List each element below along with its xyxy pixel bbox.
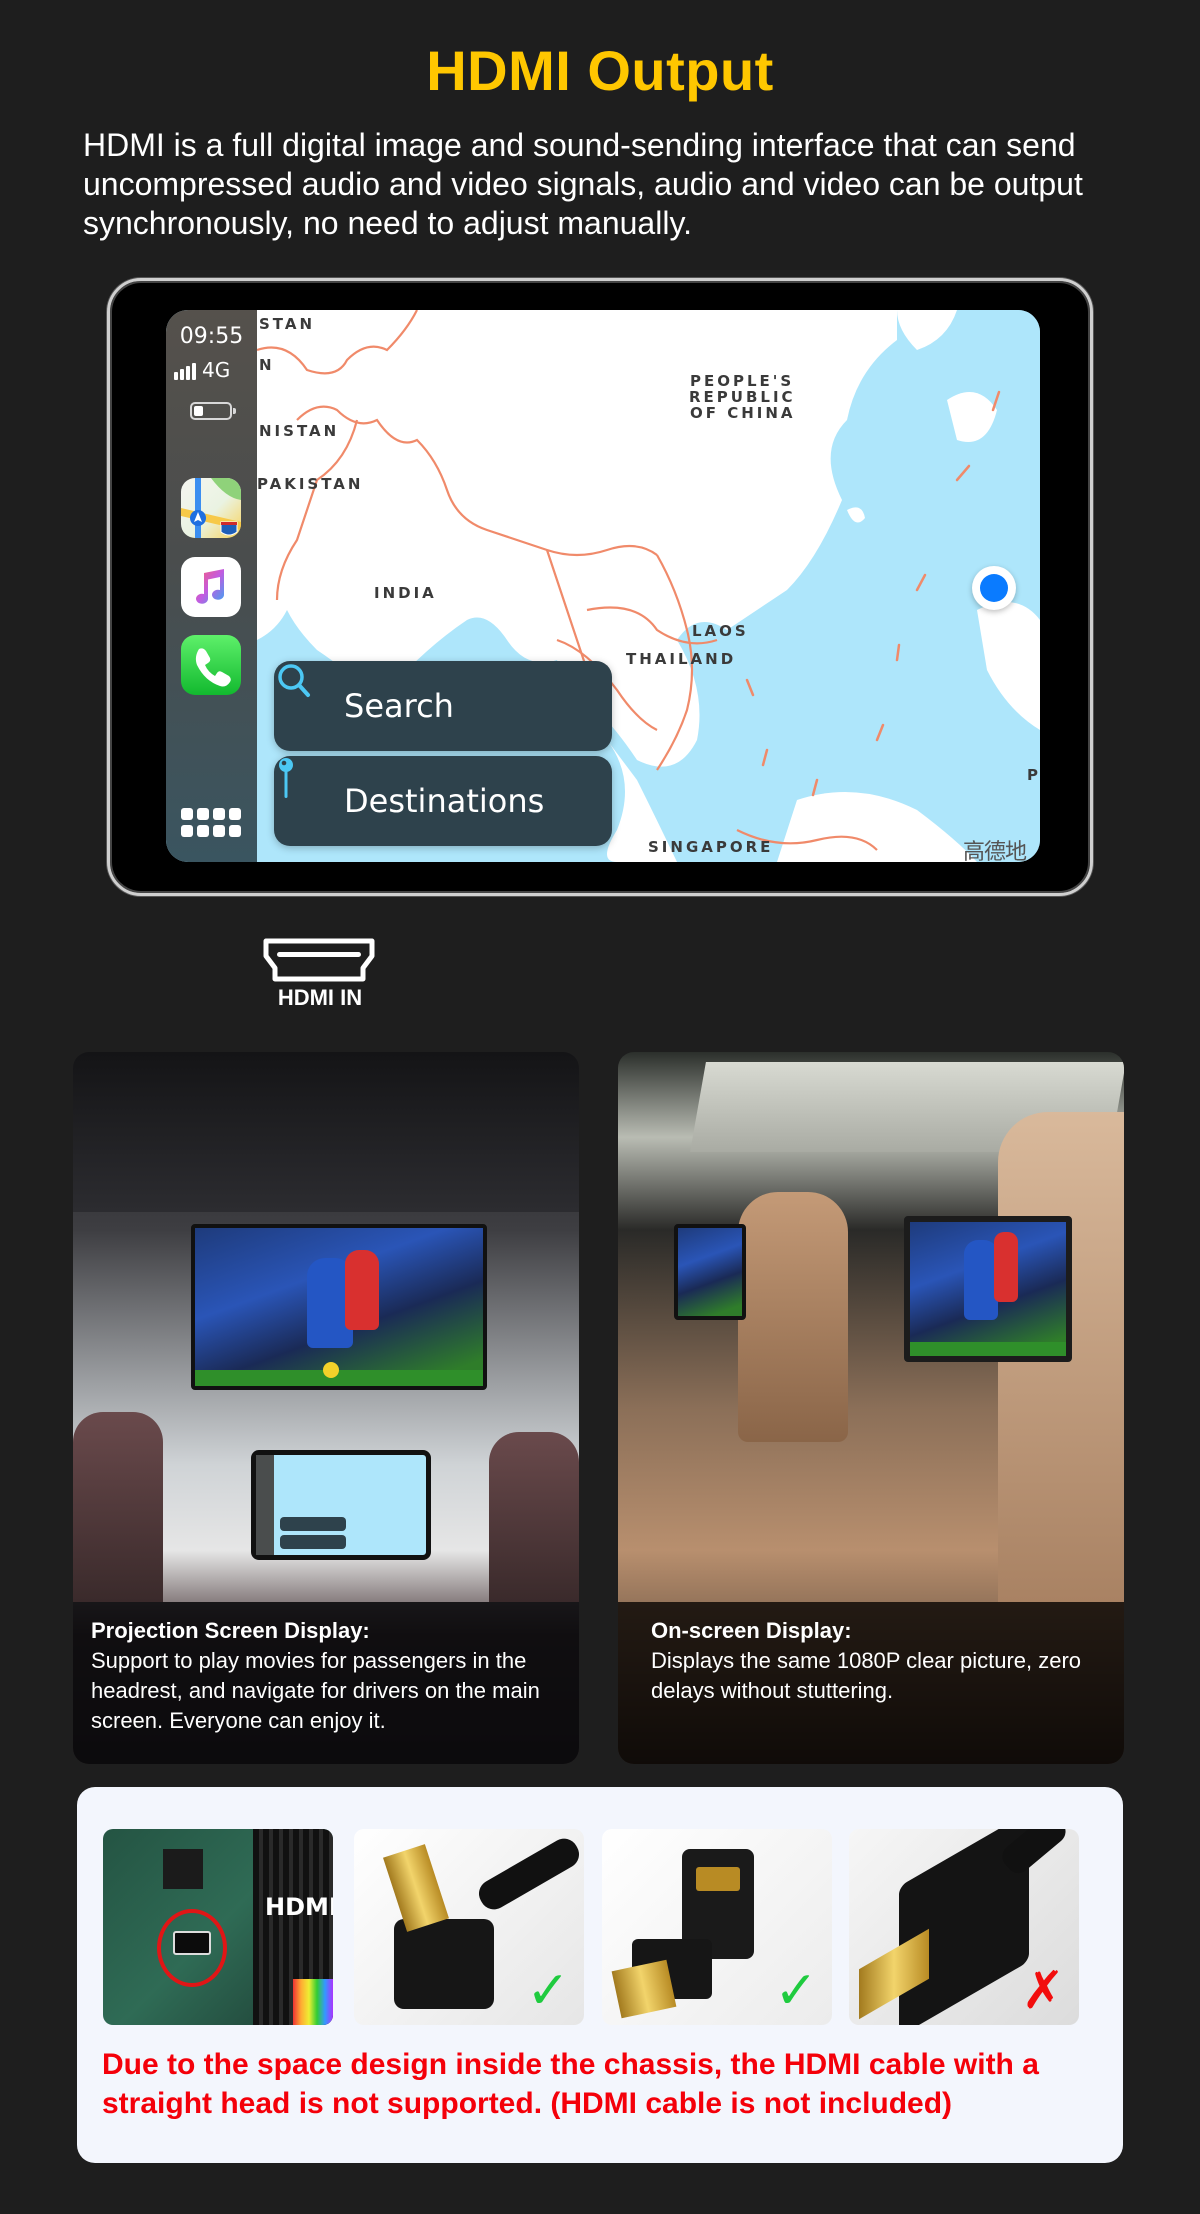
map-label: INDIA xyxy=(374,584,437,602)
map-label: P xyxy=(1027,766,1040,784)
seat-left xyxy=(738,1192,848,1442)
status-time: 09:55 xyxy=(179,324,244,349)
signal-bar-icon xyxy=(192,363,196,380)
search-button[interactable]: Search xyxy=(274,661,612,751)
hdmi-port-icon xyxy=(263,938,375,982)
battery-icon xyxy=(190,402,236,420)
headrest-monitor-large xyxy=(904,1216,1072,1362)
carplay-screen: 09:55 4G STAN N NISTAN PAKISTAN INDIA PE… xyxy=(166,310,1040,862)
card-heading: On-screen Display: xyxy=(651,1618,852,1643)
not-supported-x-icon: ✗ xyxy=(1021,1962,1065,2020)
map-label: N xyxy=(259,356,275,374)
card-caption: Projection Screen Display: Support to pl… xyxy=(73,1602,579,1764)
car-ceiling xyxy=(73,1052,579,1212)
pcb-hdmi-port-image: HDMI xyxy=(103,1829,333,2025)
map-label: SINGAPORE xyxy=(648,838,774,856)
music-app-icon[interactable] xyxy=(181,557,241,617)
signal-bar-icon xyxy=(180,369,184,380)
card-body: Support to play movies for passengers in… xyxy=(91,1648,540,1733)
pcb-hdmi-label: HDMI xyxy=(265,1893,333,1921)
map-view[interactable]: STAN N NISTAN PAKISTAN INDIA PEOPLE'S RE… xyxy=(257,310,1040,862)
network-type: 4G xyxy=(202,358,231,382)
ceiling-monitor-image xyxy=(191,1224,487,1390)
map-label: LAOS xyxy=(692,622,749,640)
headrest-monitor-small xyxy=(674,1224,746,1320)
card-caption: On-screen Display: Displays the same 108… xyxy=(618,1602,1124,1764)
head-unit-photo xyxy=(251,1450,431,1560)
map-label: NISTAN xyxy=(259,422,340,440)
map-label: STAN xyxy=(259,315,316,333)
hdmi-in-label: HDMI IN xyxy=(277,985,363,1010)
card-body: Displays the same 1080P clear picture, z… xyxy=(651,1648,1082,1703)
signal-bar-icon xyxy=(186,366,190,380)
app-grid-icon[interactable] xyxy=(181,808,243,838)
phone-app-icon[interactable] xyxy=(181,635,241,695)
right-angle-adapter-image: ✓ xyxy=(602,1829,832,2025)
destinations-label: Destinations xyxy=(344,782,545,820)
map-label: PAKISTAN xyxy=(257,475,364,493)
onscreen-display-card: On-screen Display: Displays the same 108… xyxy=(618,1052,1124,1764)
supported-check-icon: ✓ xyxy=(774,1962,818,2020)
map-label: THAILAND xyxy=(626,650,737,668)
compatibility-warning: Due to the space design inside the chass… xyxy=(102,2048,1039,2120)
seat-right xyxy=(489,1432,579,1602)
signal-status: 4G xyxy=(174,360,254,380)
signal-bar-icon xyxy=(174,372,178,380)
destinations-button[interactable]: Destinations xyxy=(274,756,612,846)
map-provider-watermark: 高德地图 xyxy=(963,840,1027,862)
page-title: HDMI Output xyxy=(426,39,774,102)
current-location-marker[interactable] xyxy=(972,566,1016,610)
hdmi-compatibility-panel: HDMI ✓ ✓ ✗ Due to the space design insid… xyxy=(77,1787,1123,2163)
maps-app-icon[interactable] xyxy=(181,478,241,538)
map-label: OF CHINA xyxy=(690,404,796,422)
seat-left xyxy=(73,1412,163,1602)
intro-text: HDMI is a full digital image and sound-s… xyxy=(83,127,1083,241)
supported-check-icon: ✓ xyxy=(526,1962,570,2020)
carplay-sidebar: 09:55 4G xyxy=(166,310,257,862)
projection-display-card: Projection Screen Display: Support to pl… xyxy=(73,1052,579,1764)
card-heading: Projection Screen Display: xyxy=(91,1618,370,1643)
right-angle-cable-image: ✓ xyxy=(354,1829,584,2025)
search-label: Search xyxy=(344,687,454,725)
straight-cable-image: ✗ xyxy=(849,1829,1079,2025)
